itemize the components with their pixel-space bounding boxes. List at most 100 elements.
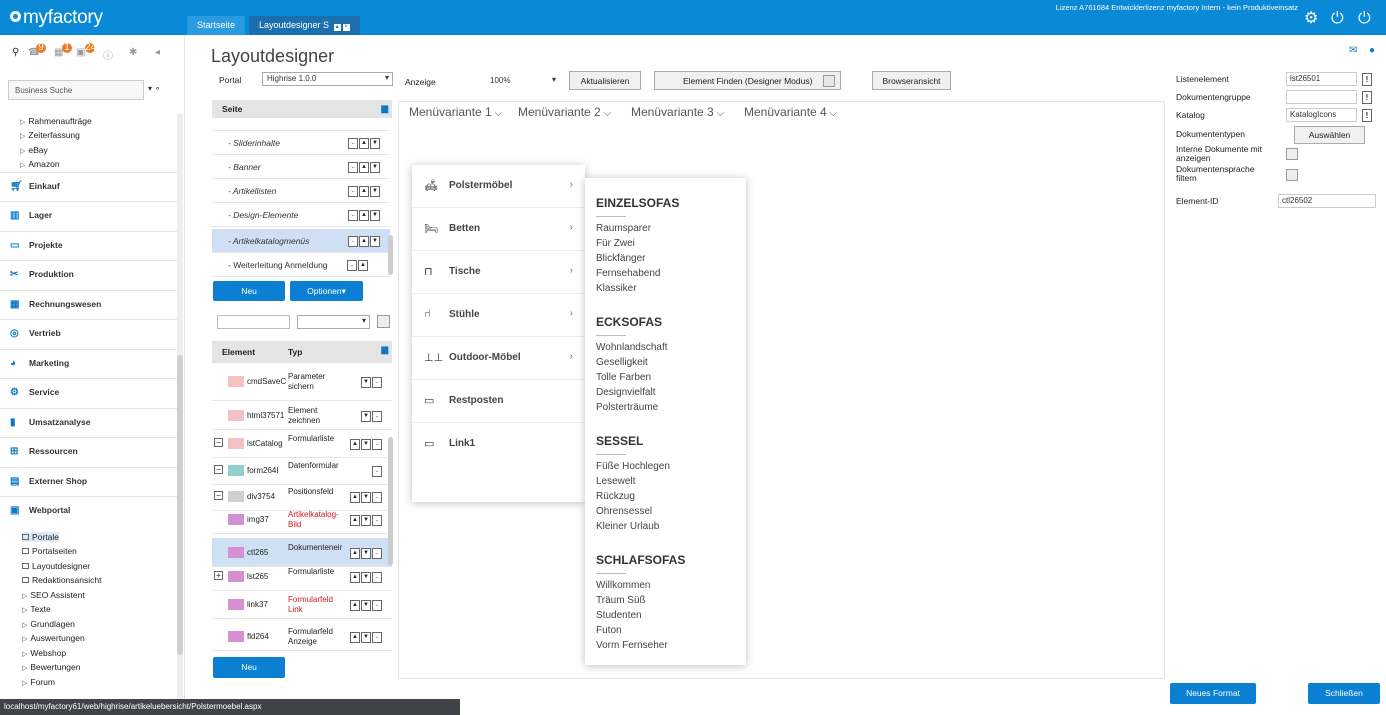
down-button[interactable]: ▼: [361, 377, 371, 388]
group-heading[interactable]: SESSEL: [596, 434, 643, 448]
table-config-icon[interactable]: ▆: [381, 344, 388, 355]
down-button[interactable]: ▼: [361, 515, 371, 526]
sidebar-section-rechnungswesen[interactable]: ▦ Rechnungswesen: [0, 290, 178, 319]
expand-toggle[interactable]: −: [214, 465, 223, 474]
more-button[interactable]: ..: [372, 492, 382, 503]
up-button[interactable]: ▲: [350, 492, 360, 503]
down-button[interactable]: ▼: [370, 210, 380, 221]
listenelement-input[interactable]: lst26501: [1286, 72, 1357, 86]
up-button[interactable]: ▲: [350, 515, 360, 526]
new-format-button[interactable]: Neues Format: [1170, 683, 1256, 704]
subcategory-link[interactable]: Füße Hochlegen: [596, 461, 670, 472]
more-button[interactable]: ..: [372, 515, 382, 526]
page-row[interactable]: - Design-Elemente.. ▲ ▼: [212, 203, 390, 227]
element-row[interactable]: − form264I Datenformular..: [212, 456, 392, 485]
menu-variant-1[interactable]: Menüvariante 1: [409, 105, 502, 119]
subcategory-link[interactable]: Tolle Farben: [596, 372, 651, 383]
menu-variant-2[interactable]: Menüvariante 2: [518, 105, 611, 119]
sidebar-item-auswertungen[interactable]: Auswertungen: [22, 633, 84, 643]
expand-toggle[interactable]: −: [214, 438, 223, 447]
sidebar-section-einkauf[interactable]: 🛒︎ Einkauf: [0, 172, 178, 201]
category-link1[interactable]: ▭ Link1: [412, 423, 585, 466]
more-button[interactable]: ..: [348, 236, 358, 247]
down-button[interactable]: ▼: [370, 186, 380, 197]
find-element-button[interactable]: Element Finden (Designer Modus): [654, 71, 841, 90]
up-button[interactable]: ▲: [350, 548, 360, 559]
sidebar-section-vertrieb[interactable]: ◎ Vertrieb: [0, 319, 178, 348]
element-id-input[interactable]: ctl26502: [1278, 194, 1376, 208]
sidebar-item-texte[interactable]: Texte: [22, 604, 50, 614]
subcategory-link[interactable]: Ohrensessel: [596, 506, 652, 517]
menu-variant-4[interactable]: Menüvariante 4: [744, 105, 837, 119]
group-heading[interactable]: EINZELSOFAS: [596, 196, 679, 210]
element-filter-input[interactable]: [217, 315, 290, 329]
subcategory-link[interactable]: Studenten: [596, 610, 642, 621]
element-row[interactable]: img37 Artikelkatalog-Bild ▲ ▼..: [212, 505, 392, 534]
tab-layoutdesigner[interactable]: Layoutdesigner S ▴ ×: [249, 16, 360, 35]
info-icon[interactable]: ⓘ: [103, 47, 113, 62]
interne-dokumente-checkbox[interactable]: [1286, 148, 1298, 160]
search-options-icon[interactable]: ▾ ⚬: [148, 84, 161, 93]
listenelement-action-button[interactable]: !: [1362, 73, 1372, 86]
tab-startseite[interactable]: Startseite: [187, 16, 246, 35]
more-button[interactable]: ..: [372, 377, 382, 388]
page-row[interactable]: - Sliderinhalte.. ▲ ▼: [212, 131, 390, 155]
up-button[interactable]: ▲: [350, 439, 360, 450]
page-row[interactable]: - Weiterleitung Anmeldung.. ▲: [212, 253, 390, 277]
sidebar-section-externer-shop[interactable]: ▤ Externer Shop: [0, 467, 178, 496]
subcategory-link[interactable]: Fernsehabend: [596, 268, 661, 279]
sidebar-item-grundlagen[interactable]: Grundlagen: [22, 619, 74, 629]
dokumentengruppe-action-button[interactable]: !: [1362, 91, 1372, 104]
more-button[interactable]: ..: [372, 548, 382, 559]
down-button[interactable]: ▼: [361, 439, 371, 450]
sidebar-section-umsatzanalyse[interactable]: ▮ Umsatzanalyse: [0, 408, 178, 437]
subcategory-link[interactable]: Vorm Fernseher: [596, 640, 668, 651]
new-element-button[interactable]: Neu: [213, 657, 285, 678]
gear-icon[interactable]: ⚙: [1304, 11, 1318, 27]
group-heading[interactable]: ECKSOFAS: [596, 315, 662, 329]
katalog-action-button[interactable]: !: [1362, 109, 1372, 122]
group-heading[interactable]: SCHLAFSOFAS: [596, 553, 685, 567]
sidebar-item-forum[interactable]: Forum: [22, 677, 55, 687]
element-row[interactable]: − lstCatalog Formularliste ▲ ▼..: [212, 429, 392, 458]
more-button[interactable]: ..: [372, 600, 382, 611]
up-button[interactable]: ▲: [359, 186, 369, 197]
down-button[interactable]: ▼: [370, 162, 380, 173]
down-button[interactable]: ▼: [361, 632, 371, 643]
element-type-select[interactable]: [297, 315, 370, 329]
page-row[interactable]: - Banner.. ▲ ▼: [212, 155, 390, 179]
menu-variant-3[interactable]: Menüvariante 3: [631, 105, 724, 119]
business-search-input[interactable]: Business Suche: [8, 80, 144, 100]
dokumentengruppe-input[interactable]: [1286, 90, 1357, 104]
subcategory-link[interactable]: Kleiner Urlaub: [596, 521, 659, 532]
help-icon[interactable]: ●: [1369, 45, 1375, 56]
more-button[interactable]: ..: [372, 411, 382, 422]
up-button[interactable]: ▲: [359, 162, 369, 173]
sidebar-item-redaktionsansicht[interactable]: Redaktionsansicht: [22, 575, 101, 585]
element-row[interactable]: fld264 Formularfeld Anzeige ▲ ▼..: [212, 622, 392, 651]
collapse-icon[interactable]: ◂: [155, 47, 160, 58]
select-button[interactable]: Auswählen: [1294, 126, 1365, 144]
down-button[interactable]: ▼: [361, 548, 371, 559]
more-button[interactable]: ..: [348, 162, 358, 173]
category-stuehle[interactable]: ⑁ Stühle ›: [412, 294, 585, 337]
sidebar-item-layoutdesigner[interactable]: Layoutdesigner: [22, 561, 90, 571]
subcategory-link[interactable]: Träum Süß: [596, 595, 646, 606]
katalog-input[interactable]: KatalogIcons: [1286, 108, 1357, 122]
pages-scroll-thumb[interactable]: [388, 235, 393, 275]
category-restposten[interactable]: ▭ Restposten: [412, 380, 585, 423]
more-button[interactable]: ..: [347, 260, 357, 271]
logo[interactable]: myfactory: [10, 7, 103, 29]
sidebar-item-bewertungen[interactable]: Bewertungen: [22, 662, 80, 672]
sidebar-item-rahmenauftraege[interactable]: Rahmenaufträge: [20, 116, 91, 126]
new-page-button[interactable]: Neu: [213, 281, 285, 301]
more-button[interactable]: ..: [372, 466, 382, 477]
portal-select[interactable]: Highrise 1.0.0: [262, 72, 393, 86]
sidebar-item-zeiterfassung[interactable]: Zeiterfassung: [20, 130, 80, 140]
tab-close-icon[interactable]: ×: [342, 24, 350, 31]
mail-icon[interactable]: ✉: [1349, 45, 1357, 56]
subcategory-link[interactable]: Rückzug: [596, 491, 635, 502]
expand-toggle[interactable]: +: [214, 571, 223, 580]
category-betten[interactable]: 🛏︎ Betten ›: [412, 208, 585, 251]
more-button[interactable]: ..: [372, 439, 382, 450]
